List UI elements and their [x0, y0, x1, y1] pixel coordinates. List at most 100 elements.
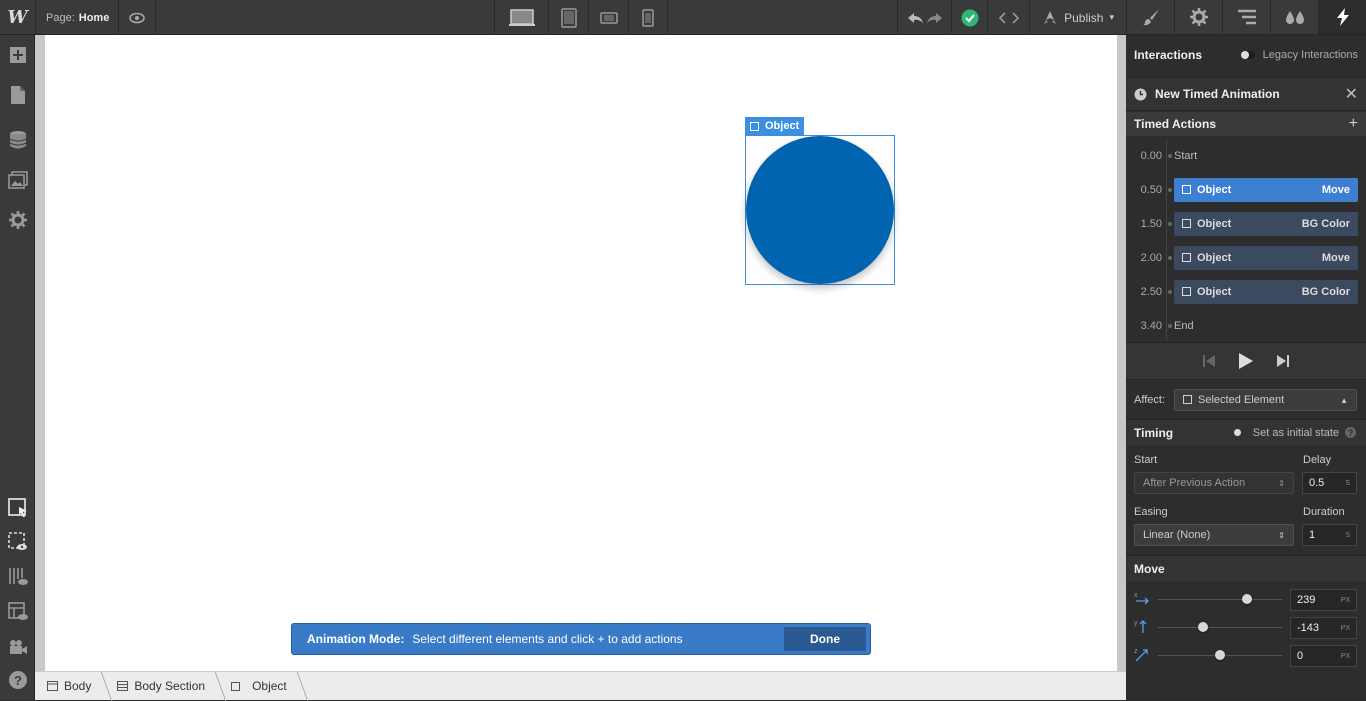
undo-redo	[897, 0, 951, 35]
move-y-slider-track[interactable]	[1158, 627, 1282, 628]
move-y-value: -143	[1297, 622, 1320, 634]
show-hidden-icon[interactable]	[0, 527, 35, 557]
start-select[interactable]: After Previous Action ⇕	[1134, 472, 1294, 494]
toggle-switch[interactable]	[1240, 51, 1255, 60]
timed-action-move-selected[interactable]: Object Move	[1174, 178, 1358, 202]
settings-gear-icon[interactable]	[0, 205, 35, 235]
skip-to-start-icon[interactable]	[1202, 354, 1216, 368]
move-title: Move	[1134, 561, 1165, 576]
affect-select[interactable]: Selected Element ▲	[1174, 389, 1357, 411]
breadcrumb-label: Object	[252, 679, 287, 693]
cms-database-icon[interactable]	[0, 125, 35, 155]
play-icon[interactable]	[1238, 352, 1254, 370]
select-arrows-icon: ⇕	[1278, 478, 1285, 488]
page-name: Home	[78, 11, 110, 24]
interactions-title: Interactions	[1134, 48, 1203, 62]
webflow-logo[interactable]: W	[0, 0, 35, 35]
publish-button[interactable]: Publish ▾	[1029, 0, 1126, 35]
move-y-unit: PX	[1340, 624, 1350, 632]
page-canvas[interactable]: Object	[45, 35, 1117, 671]
move-x-slider-handle[interactable]	[1242, 594, 1252, 604]
timed-action-bg-color[interactable]: Object BG Color	[1174, 212, 1358, 236]
duration-unit: S	[1345, 531, 1350, 539]
duration-value: 1	[1309, 529, 1316, 541]
help-icon[interactable]: ?	[0, 665, 35, 695]
left-sidebar: ?	[0, 35, 35, 700]
chevron-down-icon: ▾	[1109, 12, 1114, 22]
easing-value: Linear (None)	[1143, 529, 1211, 541]
skip-to-end-icon[interactable]	[1276, 354, 1290, 368]
move-x-slider-track[interactable]	[1158, 599, 1282, 600]
style-brush-icon[interactable]	[1126, 0, 1174, 34]
timeline-start-label: Start	[1174, 150, 1198, 162]
timeline-row: 0.50 Object Move	[1126, 173, 1366, 207]
element-settings-gear-icon[interactable]	[1174, 0, 1222, 34]
close-icon[interactable]: ✕	[1345, 84, 1358, 104]
add-action-plus-icon[interactable]: +	[1349, 115, 1358, 133]
initial-state-option[interactable]: Set as initial state ?	[1233, 427, 1356, 439]
help-question-icon[interactable]: ?	[1345, 427, 1356, 438]
select-element-icon[interactable]	[0, 493, 35, 523]
element-box-icon	[1182, 219, 1191, 228]
easing-select[interactable]: Linear (None) ⇕	[1134, 524, 1294, 546]
affect-value: Selected Element	[1198, 394, 1285, 406]
page-selector[interactable]: Page: Home	[35, 0, 119, 35]
breadcrumb-body[interactable]: Body	[35, 672, 105, 701]
duration-input[interactable]: 1 S	[1302, 524, 1357, 546]
legacy-interactions-toggle[interactable]: Legacy Interactions	[1240, 49, 1358, 61]
easing-label: Easing	[1134, 506, 1168, 518]
style-manager-drops-icon[interactable]	[1270, 0, 1318, 34]
start-label: Start	[1134, 454, 1158, 466]
desktop-device-icon[interactable]	[494, 0, 548, 35]
designer-canvas-frame: Object Animation Mode: Select different …	[35, 35, 1126, 671]
done-button[interactable]: Done	[784, 627, 866, 651]
delay-input[interactable]: 0.5 S	[1302, 472, 1357, 494]
action-target: Object	[1197, 286, 1232, 298]
legacy-label: Legacy Interactions	[1262, 49, 1358, 61]
grid-view-icon[interactable]	[0, 562, 35, 592]
timeline-time: 2.00	[1140, 252, 1162, 264]
interactions-lightning-icon[interactable]	[1318, 0, 1366, 34]
undo-redo-icon[interactable]	[906, 10, 944, 26]
status-check-icon[interactable]	[951, 0, 987, 35]
timed-action-move[interactable]: Object Move	[1174, 246, 1358, 270]
move-z-input[interactable]: 0 PX	[1290, 645, 1357, 667]
layout-view-icon[interactable]	[0, 597, 35, 627]
move-x-input[interactable]: 239 PX	[1290, 589, 1357, 611]
code-export-icon[interactable]	[987, 0, 1029, 35]
rocket-icon	[1044, 10, 1057, 24]
radio-dot[interactable]	[1233, 429, 1241, 436]
move-y-input[interactable]: -143 PX	[1290, 617, 1357, 639]
mobile-landscape-icon[interactable]	[588, 0, 628, 35]
select-arrows-icon: ▲	[1340, 395, 1348, 405]
svg-text:z: z	[1134, 648, 1138, 655]
timeline-time: 0.00	[1140, 150, 1162, 162]
selected-element-tag[interactable]: Object	[745, 117, 805, 135]
navigator-icon[interactable]	[1222, 0, 1270, 34]
move-y-slider-handle[interactable]	[1198, 622, 1208, 632]
blue-circle-object[interactable]	[746, 136, 894, 284]
breadcrumb: Body Body Section Object	[35, 671, 1126, 700]
move-z-slider-handle[interactable]	[1215, 650, 1225, 660]
preview-eye-icon[interactable]	[118, 0, 156, 35]
assets-images-icon[interactable]	[0, 165, 35, 195]
action-type: Move	[1321, 184, 1350, 196]
action-target: Object	[1197, 218, 1232, 230]
body-icon	[47, 681, 58, 691]
page-label: Page:	[46, 11, 75, 24]
right-toolbar: Publish ▾	[897, 0, 1126, 35]
action-type: Move	[1321, 252, 1350, 264]
duration-label: Duration	[1303, 506, 1345, 518]
selected-object-outline[interactable]	[745, 135, 895, 285]
video-tutorials-icon[interactable]	[0, 632, 35, 662]
add-element-icon[interactable]	[0, 40, 35, 70]
interactions-header: Interactions Legacy Interactions	[1126, 35, 1366, 75]
mobile-portrait-icon[interactable]	[628, 0, 668, 35]
action-target: Object	[1197, 184, 1232, 196]
breadcrumb-body-section[interactable]: Body Section	[105, 672, 219, 701]
pages-icon[interactable]	[0, 80, 35, 110]
element-box-icon	[1182, 253, 1191, 262]
breadcrumb-object[interactable]: Object	[219, 672, 301, 701]
timed-action-bg-color[interactable]: Object BG Color	[1174, 280, 1358, 304]
tablet-device-icon[interactable]	[548, 0, 588, 35]
